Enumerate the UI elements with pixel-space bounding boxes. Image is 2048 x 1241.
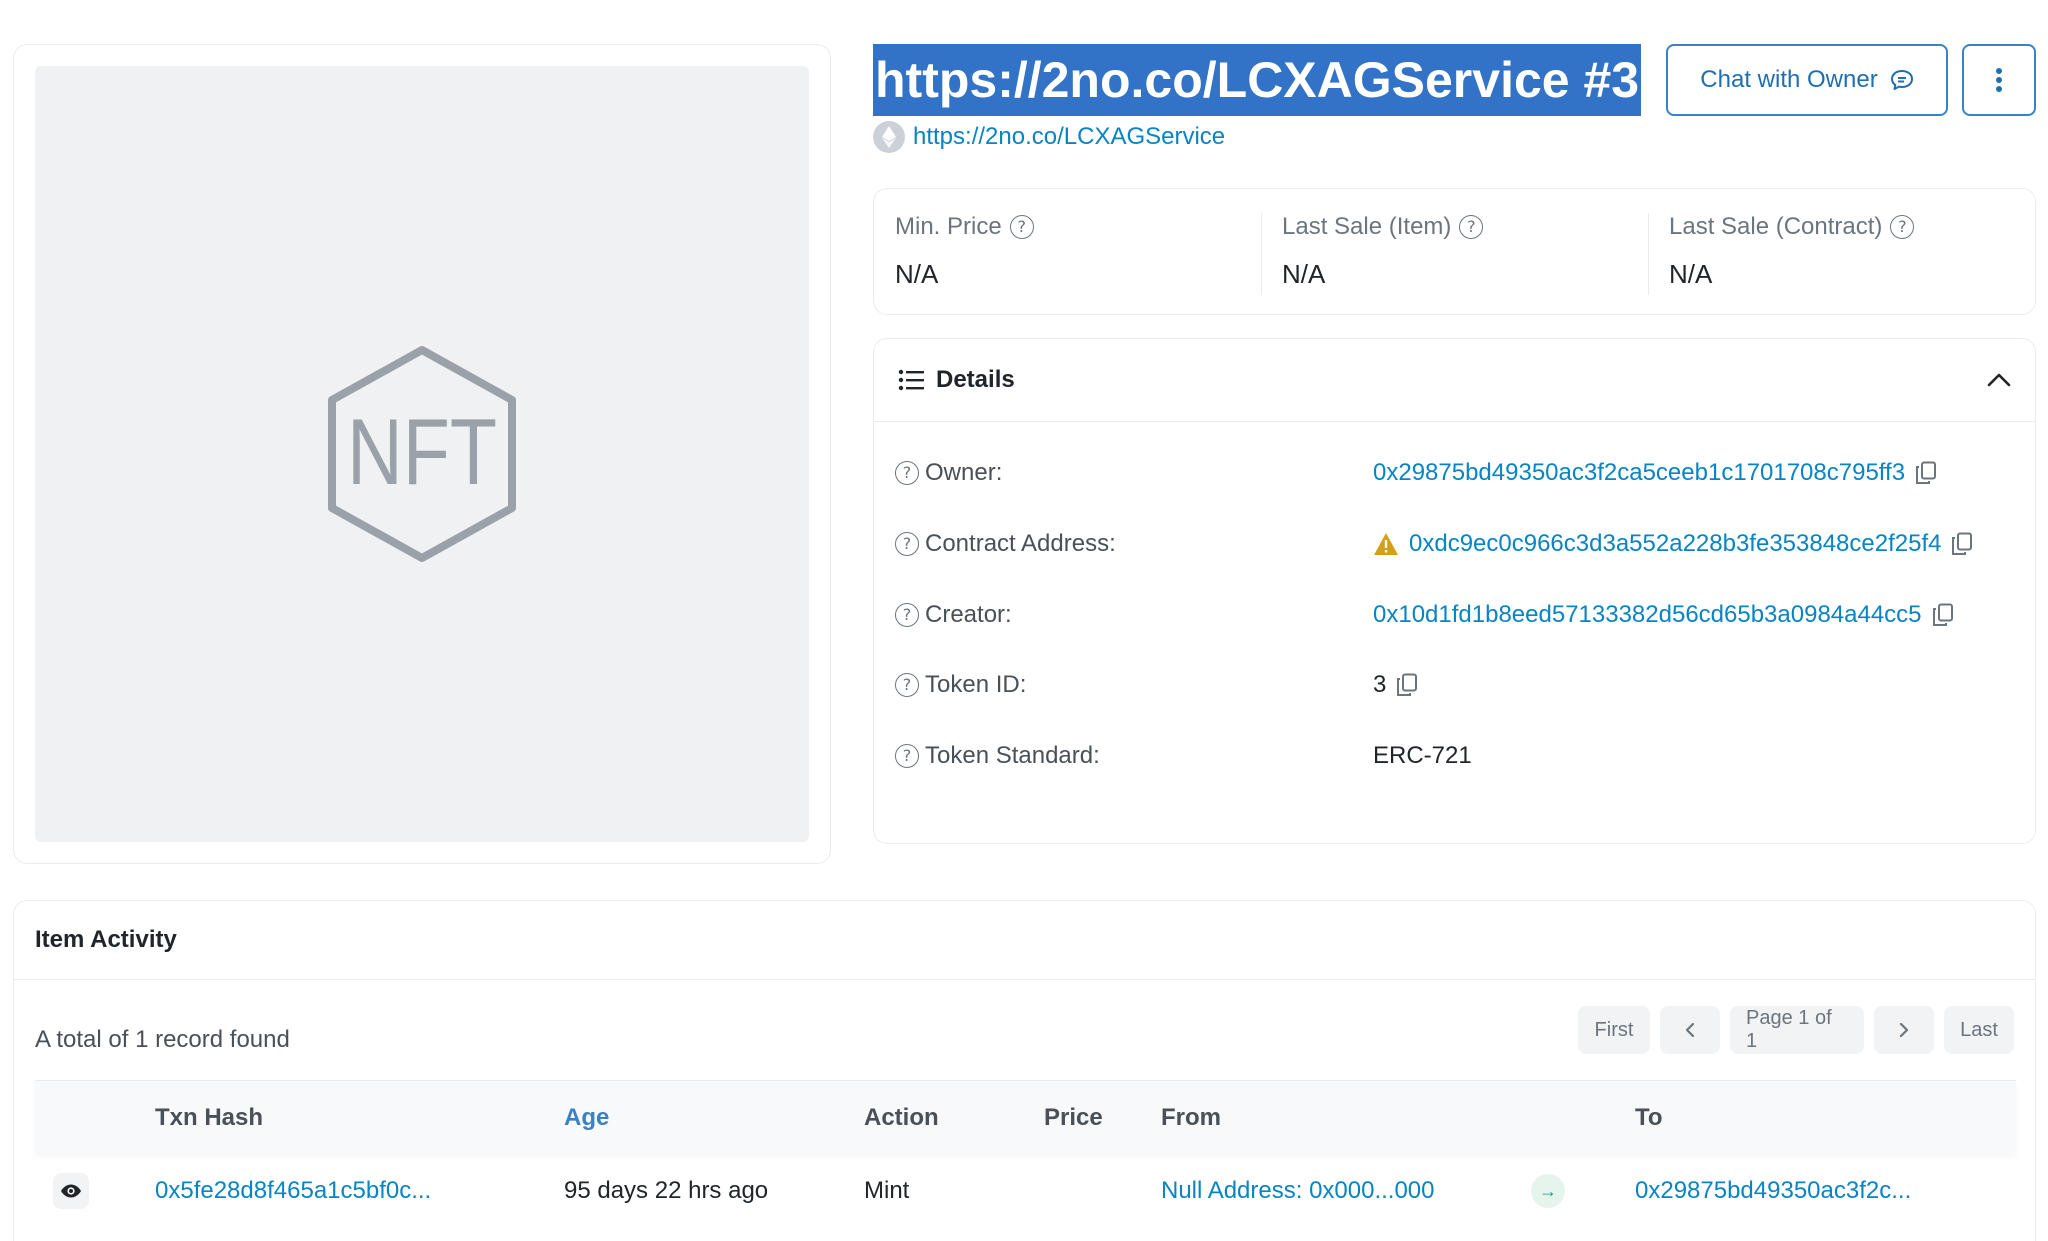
copy-icon[interactable]: [1951, 532, 1973, 556]
more-options-button[interactable]: [1962, 44, 2036, 116]
table-row: 0x5fe28d8f465a1c5bf0c... 95 days 22 hrs …: [35, 1153, 2016, 1229]
details-card: Details ? Owner: 0x29875bd49350ac3f2ca5c…: [873, 338, 2036, 844]
min-price-label: Min. Price: [895, 213, 1002, 240]
creator-address-link[interactable]: 0x10d1fd1b8eed57133382d56cd65b3a0984a44c…: [1373, 601, 1922, 629]
copy-icon[interactable]: [1396, 673, 1418, 697]
txn-hash-link[interactable]: 0x5fe28d8f465a1c5bf0c...: [155, 1153, 431, 1229]
copy-icon[interactable]: [1932, 603, 1954, 627]
item-activity-title: Item Activity: [14, 901, 2035, 980]
column-from: From: [1161, 1103, 1221, 1131]
from-address-link[interactable]: Null Address: 0x000...000: [1161, 1153, 1435, 1229]
page-indicator: Page 1 of 1: [1730, 1006, 1864, 1054]
owner-label: Owner:: [925, 459, 1003, 486]
chat-bubble-icon: [1890, 70, 1913, 90]
owner-address-link[interactable]: 0x29875bd49350ac3f2ca5ceeb1c1701708c795f…: [1373, 459, 1905, 487]
txn-action: Mint: [864, 1177, 910, 1204]
last-sale-contract-cell: Last Sale (Contract) ? N/A: [1648, 189, 2035, 314]
last-sale-contract-value: N/A: [1669, 259, 1713, 289]
last-sale-item-label: Last Sale (Item): [1282, 213, 1452, 240]
arrow-right-icon: →: [1531, 1174, 1565, 1208]
column-age[interactable]: Age: [564, 1081, 609, 1154]
last-sale-item-value: N/A: [1282, 259, 1326, 289]
pagination: First Page 1 of 1 Last: [1578, 1006, 2014, 1054]
token-title: https://2no.co/LCXAGService #3: [873, 44, 1642, 116]
list-icon: [898, 369, 924, 391]
warning-icon: [1374, 533, 1398, 555]
token-standard-label: Token Standard:: [925, 742, 1100, 769]
chevron-right-icon: [1899, 1022, 1909, 1038]
nft-image-card: NFT: [13, 44, 831, 864]
more-vertical-icon: [1996, 68, 2002, 92]
help-icon[interactable]: ?: [895, 744, 919, 768]
token-id-row: ? Token ID: 3: [895, 665, 2015, 705]
column-txn-hash: Txn Hash: [155, 1103, 264, 1131]
collection-row: https://2no.co/LCXAGService: [873, 119, 1225, 155]
column-price: Price: [1044, 1103, 1103, 1131]
token-standard-value: ERC-721: [1373, 742, 1472, 769]
token-standard-row: ? Token Standard: ERC-721: [895, 736, 2015, 776]
eye-icon: [61, 1184, 81, 1198]
details-title: Details: [936, 366, 1015, 393]
help-icon[interactable]: ?: [1009, 215, 1034, 239]
column-to: To: [1635, 1103, 1663, 1131]
pager-first-button[interactable]: First: [1578, 1006, 1650, 1054]
pager-last-button[interactable]: Last: [1944, 1006, 2014, 1054]
help-icon[interactable]: ?: [895, 532, 919, 556]
ethereum-icon: [873, 121, 905, 153]
record-count: A total of 1 record found: [35, 1026, 290, 1053]
activity-table-header: Txn Hash Age Action Price From To: [35, 1080, 2016, 1153]
help-icon[interactable]: ?: [895, 673, 919, 697]
creator-label: Creator:: [925, 601, 1012, 628]
contract-address-link[interactable]: 0xdc9ec0c966c3d3a552a228b3fe353848ce2f25…: [1409, 530, 1941, 558]
chat-with-owner-button[interactable]: Chat with Owner: [1666, 44, 1948, 116]
chevron-left-icon: [1685, 1022, 1695, 1038]
nft-placeholder-icon: NFT: [328, 346, 516, 562]
min-price-cell: Min. Price ? N/A: [874, 189, 1261, 314]
copy-icon[interactable]: [1915, 461, 1937, 485]
chat-with-owner-label: Chat with Owner: [1700, 66, 1878, 93]
help-icon[interactable]: ?: [895, 603, 919, 627]
to-address-link[interactable]: 0x29875bd49350ac3f2c...: [1635, 1153, 1911, 1229]
token-id-value: 3: [1373, 671, 1387, 698]
column-action: Action: [864, 1103, 939, 1131]
help-icon[interactable]: ?: [1459, 215, 1484, 239]
min-price-value: N/A: [895, 259, 939, 289]
help-icon[interactable]: ?: [1890, 215, 1915, 239]
help-icon[interactable]: ?: [895, 461, 919, 485]
contract-address-label: Contract Address:: [925, 530, 1116, 557]
collection-link[interactable]: https://2no.co/LCXAGService: [913, 123, 1225, 151]
last-sale-item-cell: Last Sale (Item) ? N/A: [1261, 189, 1648, 314]
token-id-label: Token ID:: [925, 671, 1027, 698]
price-overview-card: Min. Price ? N/A Last Sale (Item) ? N/A …: [873, 188, 2036, 315]
preview-button[interactable]: [53, 1173, 89, 1209]
pager-next-button[interactable]: [1874, 1006, 1934, 1054]
txn-age: 95 days 22 hrs ago: [564, 1177, 769, 1204]
last-sale-contract-label: Last Sale (Contract): [1669, 213, 1883, 240]
item-activity-card: Item Activity A total of 1 record found …: [13, 900, 2036, 1241]
owner-row: ? Owner: 0x29875bd49350ac3f2ca5ceeb1c170…: [895, 453, 2015, 493]
creator-row: ? Creator: 0x10d1fd1b8eed57133382d56cd65…: [895, 595, 2015, 635]
nft-image[interactable]: NFT: [35, 66, 809, 842]
pager-prev-button[interactable]: [1660, 1006, 1720, 1054]
contract-address-row: ? Contract Address: 0xdc9ec0c966c3d3a552…: [895, 524, 2015, 564]
nft-placeholder-text: NFT: [347, 399, 497, 504]
details-header[interactable]: Details: [874, 339, 2035, 422]
chevron-up-icon[interactable]: [1987, 373, 2011, 387]
